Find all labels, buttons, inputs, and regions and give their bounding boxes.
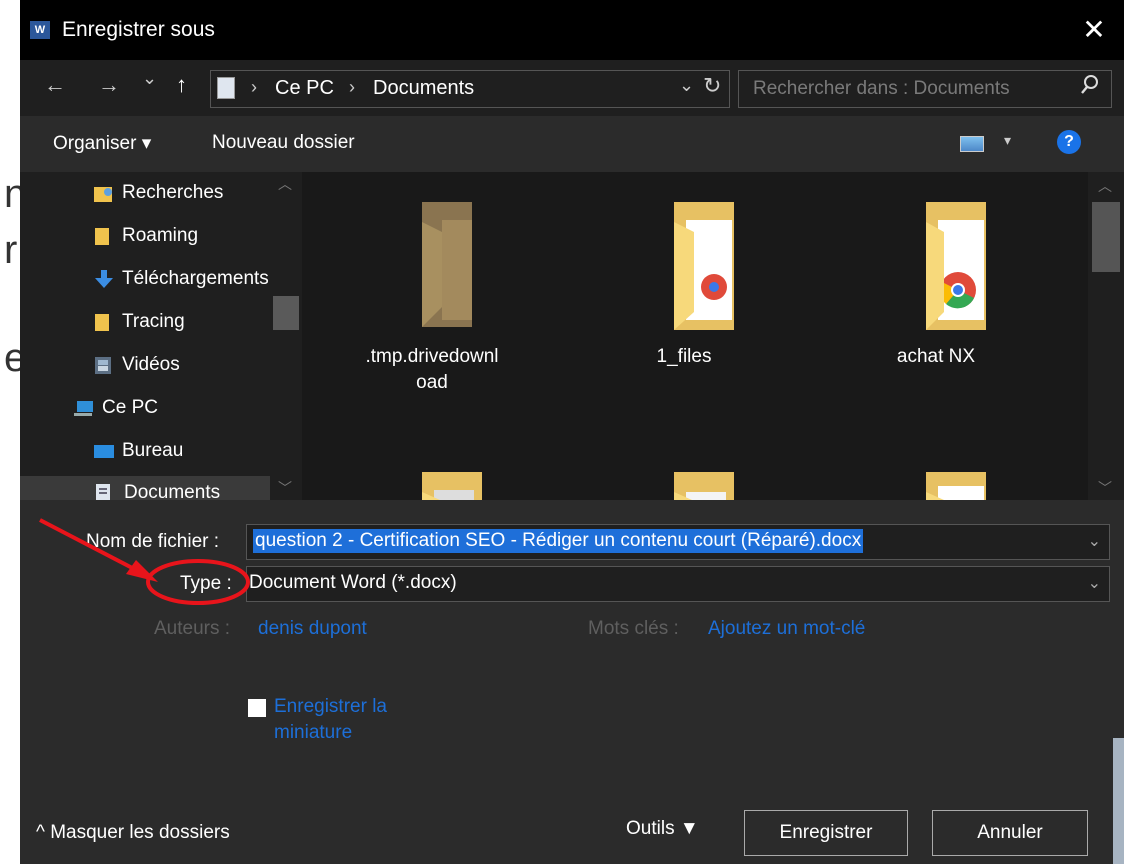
search-icon[interactable] [1079, 73, 1101, 103]
sidebar-item-label: Documents [124, 482, 221, 500]
sidebar-item-label: Téléchargements [122, 268, 269, 289]
folder-icon [422, 202, 472, 327]
window-title: Enregistrer sous [62, 18, 215, 41]
scroll-down-icon[interactable]: ﹀ [1098, 478, 1112, 498]
desktop-icon [94, 441, 114, 461]
save-options-panel: Nom de fichier : question 2 - Certificat… [20, 500, 1124, 864]
file-list-scrollbar[interactable]: ︿ ﹀ [1088, 172, 1124, 500]
folder-with-chrome-file-icon [674, 202, 734, 330]
view-dropdown-icon[interactable]: ▾ [1004, 132, 1011, 149]
search-folder-icon [94, 183, 112, 203]
help-icon[interactable]: ? [1057, 130, 1081, 154]
sidebar-item-label: Recherches [122, 182, 224, 203]
chevron-down-icon[interactable]: ⌄ [1088, 573, 1101, 593]
hide-folders-button[interactable]: ^ Masquer les dossiers [36, 822, 230, 844]
address-bar[interactable]: › Ce PC › Documents ⌄ ↻ [210, 70, 730, 108]
forward-arrow-icon[interactable]: → [98, 72, 120, 98]
recent-locations-chevron-icon[interactable]: ⌄ [142, 68, 157, 89]
folder-with-chrome-file-icon [926, 202, 986, 330]
computer-icon [74, 398, 93, 418]
sidebar-scrollbar[interactable]: ︿ ﹀ [270, 172, 302, 500]
save-thumbnail-checkbox[interactable] [248, 699, 266, 717]
keywords-label: Mots clés : [588, 618, 679, 639]
sidebar-item-label: Bureau [122, 440, 184, 461]
scroll-down-icon[interactable]: ﹀ [278, 478, 292, 498]
navigation-pane: Recherches Roaming Téléchargements Traci… [20, 172, 302, 500]
filename-field[interactable]: question 2 - Certification SEO - Rédiger… [246, 524, 1110, 560]
command-toolbar: Organiser ▾ Nouveau dossier ▾ ? [20, 116, 1124, 172]
file-name: 1_files [656, 346, 712, 367]
address-dropdown-icon[interactable]: ⌄ [679, 75, 694, 96]
filename-label: Nom de fichier : [86, 531, 220, 552]
background-window-edge [1113, 738, 1124, 864]
up-arrow-icon[interactable]: ↑ [176, 72, 187, 98]
save-thumbnail-label[interactable]: Enregistrer la miniature [274, 694, 387, 746]
save-as-dialog: W Enregistrer sous ✕ ← → ⌄ ↑ › Ce PC › D… [20, 0, 1124, 864]
download-icon [94, 269, 113, 289]
scroll-up-icon[interactable]: ︿ [1098, 176, 1112, 196]
filename-input[interactable]: question 2 - Certification SEO - Rédiger… [253, 529, 864, 553]
sidebar-item-ce-pc[interactable]: Ce PC [74, 391, 302, 427]
save-button[interactable]: Enregistrer [744, 810, 908, 856]
cancel-button[interactable]: Annuler [932, 810, 1088, 856]
breadcrumb-ce-pc[interactable]: Ce PC [275, 77, 334, 100]
close-button[interactable]: ✕ [1074, 10, 1114, 50]
folder-with-photo-icon [422, 472, 482, 500]
search-box[interactable]: Rechercher dans : Documents [738, 70, 1112, 108]
sidebar-item-label: Roaming [122, 225, 199, 246]
navigation-bar: ← → ⌄ ↑ › Ce PC › Documents ⌄ ↻ Recherch… [20, 60, 1124, 116]
file-name: achat NX [896, 346, 976, 367]
authors-label: Auteurs : [154, 618, 231, 639]
title-bar: W Enregistrer sous ✕ [20, 0, 1124, 60]
chevron-down-icon[interactable]: ⌄ [1088, 531, 1101, 551]
file-type-select[interactable]: Document Word (*.docx) ⌄ [246, 566, 1110, 602]
documents-icon [94, 483, 112, 500]
documents-location-icon [217, 77, 235, 99]
search-input[interactable]: Rechercher dans : Documents [753, 78, 1010, 100]
file-list: .tmp.drivedownl oad 1_files achat NX [302, 172, 1088, 500]
background-text-fragment: r [4, 228, 18, 272]
file-list-scroll-thumb[interactable] [1092, 202, 1120, 272]
view-options-icon[interactable] [960, 136, 984, 152]
breadcrumb-separator-icon[interactable]: › [349, 77, 355, 98]
authors-value[interactable]: denis dupont [258, 618, 367, 640]
folder-with-document-icon [926, 472, 986, 500]
tools-menu-button[interactable]: Outils ▼ [626, 818, 699, 840]
videos-icon [94, 355, 112, 375]
folder-icon [94, 312, 112, 332]
organize-menu-button[interactable]: Organiser ▾ [53, 132, 151, 155]
sidebar-item-documents[interactable]: Documents [20, 476, 270, 500]
file-type-value[interactable]: Document Word (*.docx) [249, 572, 457, 594]
sidebar-scroll-thumb[interactable] [273, 296, 299, 330]
breadcrumb-documents[interactable]: Documents [373, 77, 474, 100]
sidebar-item-label: Vidéos [122, 354, 180, 375]
sidebar-item-label: Tracing [122, 311, 185, 332]
back-arrow-icon[interactable]: ← [44, 72, 66, 98]
folder-icon [94, 226, 112, 246]
file-name: .tmp.drivedownl oad [365, 346, 499, 393]
scroll-up-icon[interactable]: ︿ [278, 174, 292, 194]
type-label: Type : [180, 573, 232, 594]
breadcrumb-separator-icon[interactable]: › [251, 77, 257, 98]
refresh-icon[interactable]: ↻ [703, 73, 721, 99]
keywords-value[interactable]: Ajoutez un mot-clé [708, 618, 865, 640]
sidebar-item-label: Ce PC [102, 397, 158, 418]
new-folder-button[interactable]: Nouveau dossier [212, 132, 355, 154]
folder-icon [674, 472, 734, 500]
word-app-icon: W [30, 21, 50, 39]
